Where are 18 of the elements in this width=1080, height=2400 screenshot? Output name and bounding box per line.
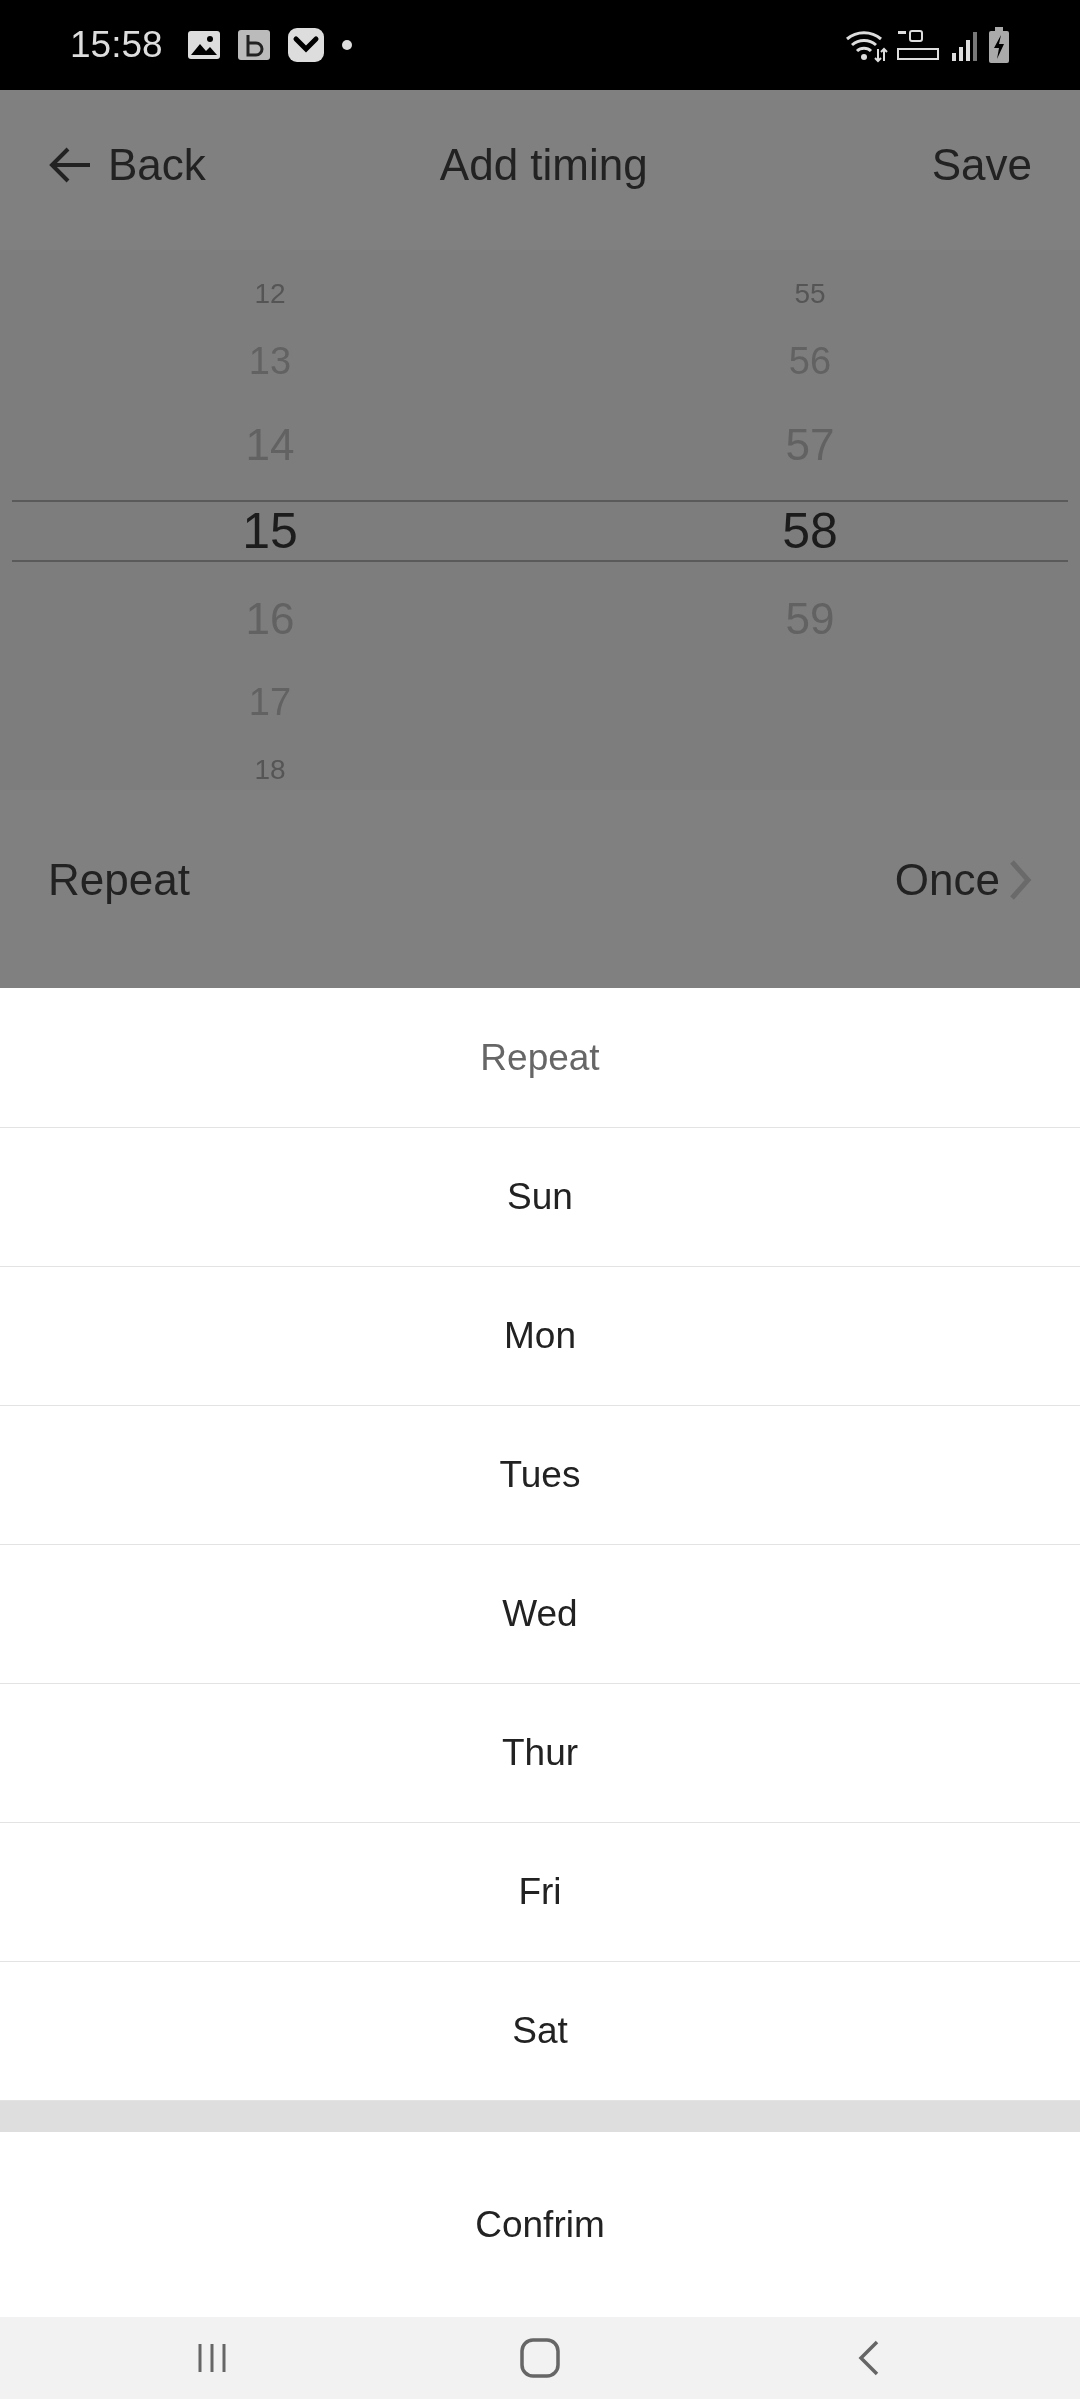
- back-arrow-icon: [48, 145, 92, 185]
- sheet-title: Repeat: [480, 1035, 600, 1080]
- home-icon: [518, 2336, 562, 2380]
- battery-icon: [988, 27, 1010, 63]
- repeat-label: Repeat: [48, 854, 190, 906]
- repeat-row[interactable]: Repeat Once: [0, 810, 1080, 950]
- save-button[interactable]: Save: [931, 132, 1032, 198]
- square-letter-icon: [236, 29, 271, 61]
- clock-time: 15:58: [70, 23, 163, 68]
- dot-icon: [340, 39, 353, 51]
- back-button[interactable]: Back: [48, 132, 206, 198]
- page-title: Add timing: [438, 139, 649, 191]
- pocket-icon: [286, 27, 325, 63]
- image-icon: [186, 30, 221, 60]
- signal-icon: [950, 29, 980, 61]
- picker-value[interactable]: 15: [242, 488, 298, 575]
- picker-value[interactable]: 58: [782, 488, 838, 575]
- repeat-value: Once: [894, 854, 1000, 906]
